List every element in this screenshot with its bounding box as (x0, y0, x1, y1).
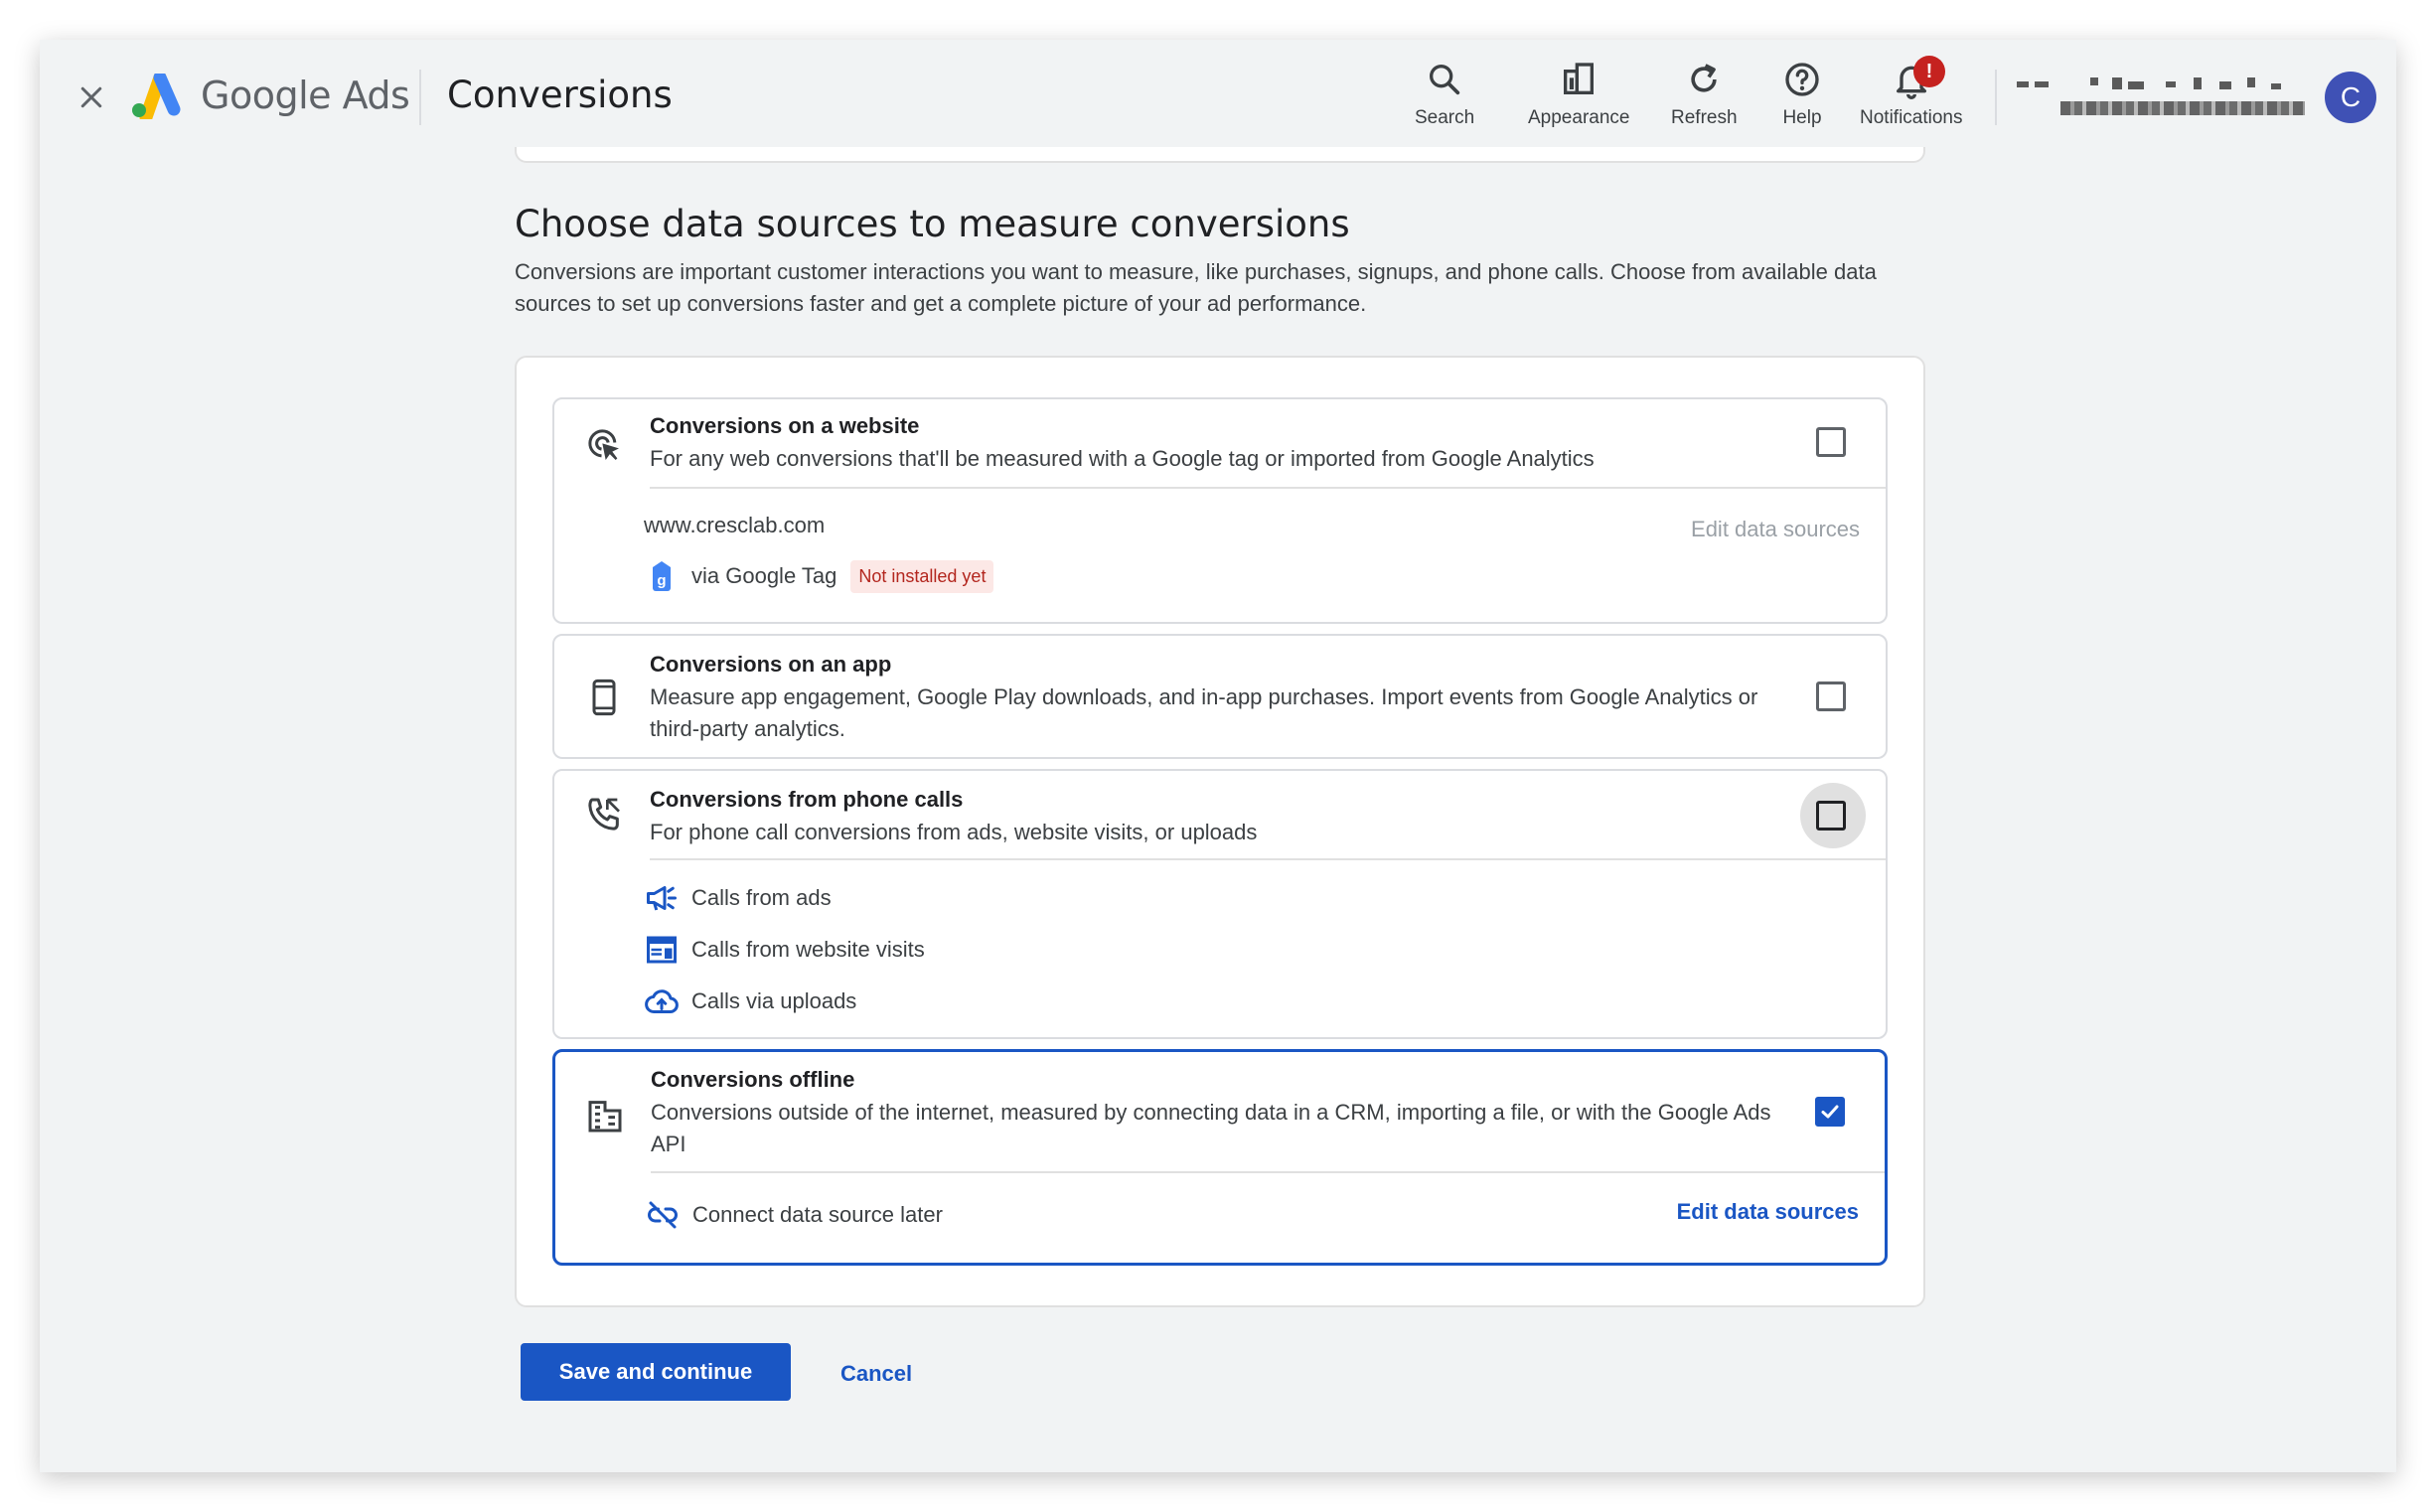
option-app-description: Measure app engagement, Google Play down… (650, 684, 1758, 741)
option-offline-divider (651, 1171, 1885, 1173)
website-edit-data-sources-link[interactable]: Edit data sources (1691, 517, 1860, 542)
refresh-label: Refresh (1671, 107, 1738, 128)
check-icon (1821, 1105, 1839, 1119)
header-divider-account (1995, 70, 1997, 125)
web-page-icon (647, 936, 677, 964)
calls-from-ads-label: Calls from ads (691, 885, 832, 910)
option-website-description: For any web conversions that'll be measu… (650, 446, 1595, 471)
option-phone-calls[interactable]: Conversions from phone calls For phone c… (552, 769, 1888, 1039)
brand-name: Google Ads (201, 74, 410, 117)
google-tag-icon: g (653, 561, 671, 591)
option-app-title: Conversions on an app (650, 652, 892, 677)
appearance-label: Appearance (1528, 107, 1630, 128)
previous-card-edge (515, 147, 1925, 163)
data-sources-card: Conversions on a website For any web con… (515, 356, 1925, 1307)
search-button[interactable]: Search (1415, 60, 1474, 139)
refresh-button[interactable]: Refresh (1671, 60, 1738, 139)
phone-call-icon (588, 798, 620, 831)
website-domain: www.cresclab.com (644, 513, 826, 537)
search-icon (1430, 65, 1460, 95)
megaphone-icon (647, 886, 677, 911)
tag-status-badge: Not installed yet (850, 559, 994, 593)
website-via-label: via Google Tag (691, 563, 837, 588)
search-label: Search (1415, 107, 1475, 128)
help-icon (1785, 63, 1819, 96)
offline-edit-data-sources-link[interactable]: Edit data sources (1677, 1199, 1859, 1225)
help-label: Help (1782, 107, 1822, 128)
page-title: Conversions (447, 74, 673, 116)
section-title: Choose data sources to measure conversio… (515, 203, 1350, 245)
notifications-label: Notifications (1860, 107, 1963, 128)
app-window: Google Ads Conversions Search Appearance… (40, 40, 2396, 1472)
option-phone-title: Conversions from phone calls (650, 787, 964, 812)
app-checkbox[interactable] (1816, 681, 1846, 711)
top-header: Google Ads Conversions Search Appearance… (40, 40, 2396, 155)
account-info-redacted[interactable] (2017, 74, 2315, 123)
svg-text:g: g (657, 572, 666, 589)
option-website-divider (650, 487, 1886, 489)
header-divider (419, 70, 421, 125)
phone-calls-checkbox[interactable] (1816, 801, 1846, 831)
option-offline-description: Conversions outside of the internet, mea… (651, 1100, 1771, 1156)
web-traffic-icon (588, 429, 619, 460)
option-phone-description: For phone call conversions from ads, web… (650, 820, 1258, 844)
close-icon (80, 86, 102, 108)
help-button[interactable]: Help (1782, 60, 1822, 139)
section-description: Conversions are important customer inter… (515, 259, 1877, 316)
calls-via-uploads-label: Calls via uploads (691, 988, 857, 1013)
option-offline-title: Conversions offline (651, 1067, 855, 1092)
calls-via-uploads-row: Calls via uploads (644, 983, 856, 1019)
website-checkbox[interactable] (1816, 427, 1846, 457)
appearance-icon (1564, 63, 1595, 94)
notification-badge: ! (1913, 56, 1945, 87)
smartphone-icon (592, 679, 616, 716)
option-app[interactable]: Conversions on an app Measure app engage… (552, 634, 1888, 759)
refresh-icon (1691, 64, 1717, 92)
calls-from-website-label: Calls from website visits (691, 937, 925, 962)
calls-from-ads-row: Calls from ads (644, 880, 832, 916)
option-website[interactable]: Conversions on a website For any web con… (552, 397, 1888, 624)
cloud-upload-icon (645, 989, 679, 1013)
option-phone-divider (650, 858, 1886, 860)
connect-later-row: Connect data source later (645, 1197, 943, 1233)
cancel-button[interactable]: Cancel (840, 1361, 912, 1387)
close-button[interactable] (70, 76, 113, 119)
website-tag-row: g via Google Tag Not installed yet (644, 558, 994, 594)
account-avatar[interactable]: C (2325, 72, 2376, 123)
google-ads-logo (132, 74, 181, 119)
option-website-title: Conversions on a website (650, 413, 920, 438)
appearance-button[interactable]: Appearance (1528, 60, 1629, 139)
notifications-button[interactable]: ! Notifications (1860, 56, 1963, 139)
building-icon (588, 1101, 622, 1133)
link-off-icon (648, 1201, 678, 1229)
offline-checkbox[interactable] (1815, 1097, 1845, 1127)
option-offline[interactable]: Conversions offline Conversions outside … (552, 1049, 1888, 1266)
save-and-continue-button[interactable]: Save and continue (521, 1343, 791, 1401)
calls-from-website-row: Calls from website visits (644, 932, 925, 968)
connect-later-label: Connect data source later (692, 1202, 943, 1227)
